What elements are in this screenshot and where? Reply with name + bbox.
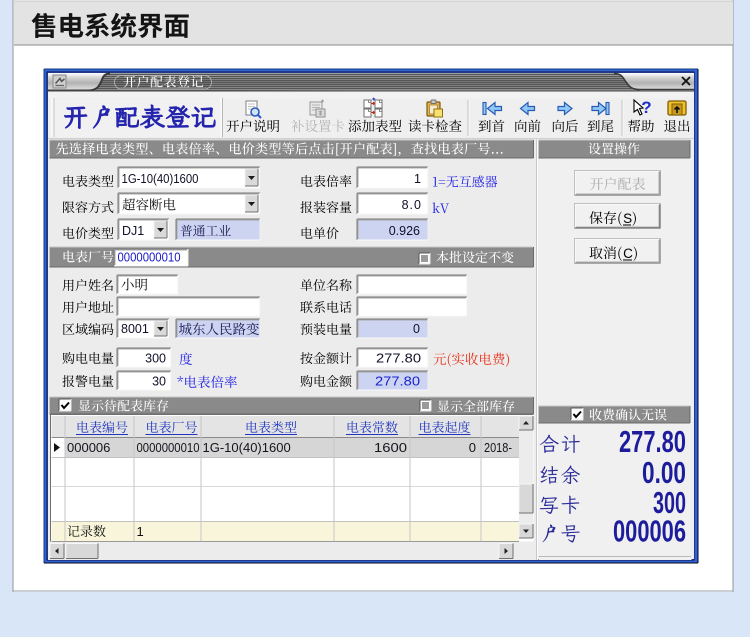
svg-text:1: 1 bbox=[137, 524, 144, 539]
svg-text:?: ? bbox=[641, 98, 651, 117]
svg-text:000006: 000006 bbox=[613, 514, 686, 549]
svg-text:300: 300 bbox=[145, 352, 166, 366]
svg-text:0000000010: 0000000010 bbox=[137, 440, 200, 455]
svg-text:DJ1: DJ1 bbox=[122, 224, 144, 238]
svg-text:8.0: 8.0 bbox=[402, 198, 422, 212]
svg-text:30: 30 bbox=[152, 375, 166, 389]
svg-text:C: C bbox=[623, 246, 633, 261]
svg-text:S: S bbox=[623, 211, 632, 226]
svg-text:0: 0 bbox=[413, 322, 420, 336]
svg-text:277.80: 277.80 bbox=[619, 424, 686, 459]
svg-text:1G-10(40)1600: 1G-10(40)1600 bbox=[122, 172, 199, 186]
svg-text:000006: 000006 bbox=[67, 440, 110, 455]
svg-text:277.80: 277.80 bbox=[375, 374, 420, 389]
svg-text:2018-: 2018- bbox=[484, 440, 512, 455]
svg-text:8001: 8001 bbox=[121, 322, 149, 336]
svg-text:1: 1 bbox=[414, 172, 421, 186]
svg-text:0.926: 0.926 bbox=[389, 224, 420, 238]
svg-text:1600: 1600 bbox=[374, 440, 407, 455]
svg-text:277.80: 277.80 bbox=[376, 351, 421, 366]
svg-text:0000000010: 0000000010 bbox=[118, 250, 181, 265]
svg-text:1G-10(40)1600: 1G-10(40)1600 bbox=[203, 440, 291, 455]
svg-text:0: 0 bbox=[469, 440, 476, 455]
